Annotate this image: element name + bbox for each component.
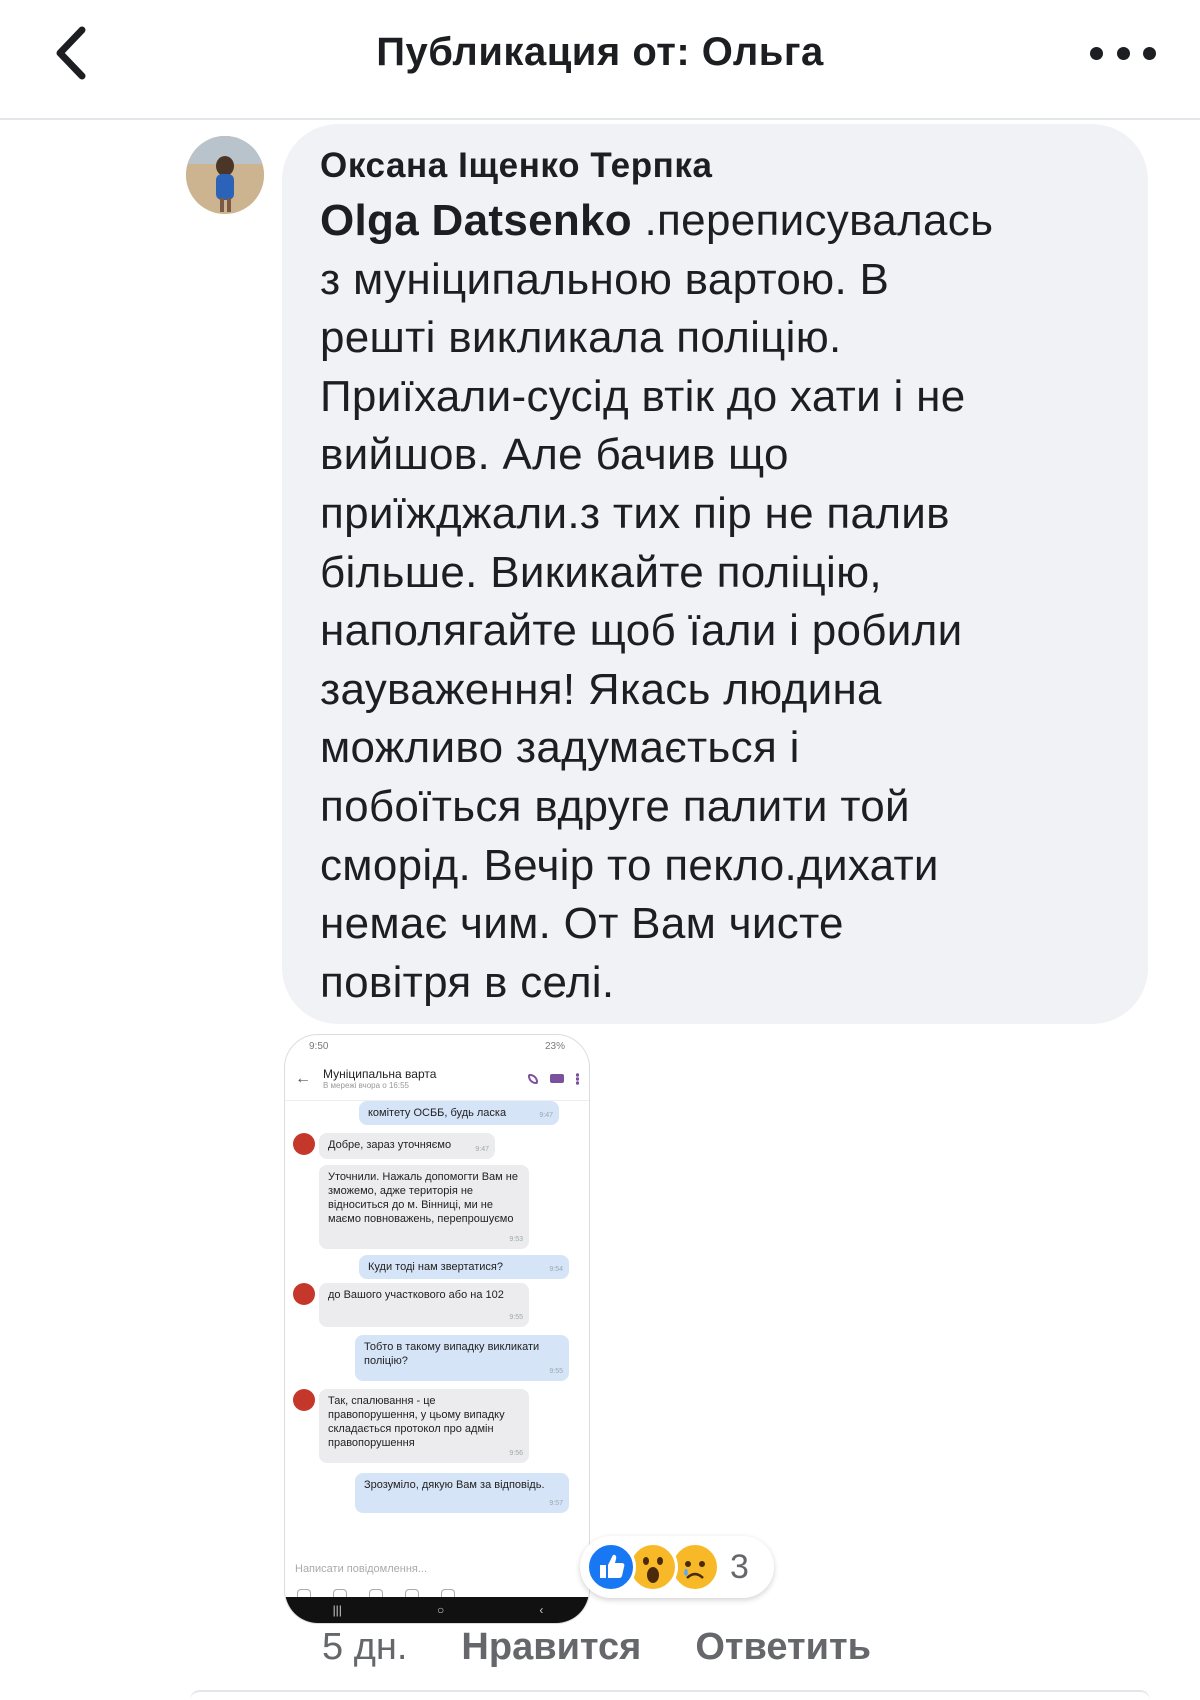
message-input: Написати повідомлення... <box>295 1563 428 1575</box>
chat-message: Уточнили. Нажаль допомогти Вам не зможем… <box>319 1165 529 1249</box>
chat-header: ← Муніципальна варта В мережі вчора о 16… <box>285 1057 589 1101</box>
arrow-left-icon: ← <box>295 1069 311 1087</box>
phone-status-bar: 9:50 23% <box>309 1040 565 1052</box>
more-horizontal-icon <box>1090 46 1103 60</box>
chat-message: Куди тоді нам звертатися? 9:54 <box>359 1255 569 1279</box>
like-reaction-icon <box>586 1542 636 1592</box>
comment-line: побоїться вдруге палити той <box>320 781 910 831</box>
bot-avatar <box>293 1283 315 1305</box>
bot-avatar <box>293 1133 315 1155</box>
phone-icon <box>528 1073 538 1084</box>
comment-text: Olga Datsenko .переписувалась з муніципа… <box>320 192 1112 1012</box>
chat-title: Муніципальна варта <box>323 1066 437 1081</box>
chat-subtitle: В мережі вчора о 16:55 <box>323 1080 409 1090</box>
comment-line: можливо задумається і <box>320 723 800 773</box>
like-button[interactable]: Нравится <box>461 1626 641 1669</box>
comment-line: немає чим. От Вам чисте <box>320 899 844 949</box>
attached-screenshot[interactable]: 9:50 23% ← Муніципальна варта В мережі в… <box>284 1034 590 1624</box>
next-comment-edge <box>190 1690 1150 1700</box>
chat-message: до Вашого участкового або на 102 9:55 <box>319 1283 529 1327</box>
comment-author[interactable]: Оксана Іщенко Терпка <box>320 144 1112 188</box>
recent-apps-icon: ||| <box>332 1603 342 1617</box>
comment-line: повітря в селі. <box>320 957 615 1007</box>
comment-line: наполягайте щоб їали і робили <box>320 606 963 656</box>
avatar-photo <box>186 136 264 214</box>
comment-line: сморід. Вечір то пекло.дихати <box>320 840 939 890</box>
video-icon <box>550 1074 564 1083</box>
comment-line: з муніципальною вартою. В <box>320 254 890 304</box>
chat-messages: комітету ОСББ, будь ласка 9:47 Добре, зар… <box>285 1101 589 1555</box>
home-icon: ○ <box>437 1603 445 1617</box>
chat-message: Зрозуміло, дякую Вам за відповідь. 9:57 <box>355 1473 569 1513</box>
back-icon: ‹ <box>539 1603 544 1617</box>
comment-actions: 5 дн. Нравится Ответить <box>322 1622 925 1672</box>
comment-line: зауваження! Якась людина <box>320 664 882 714</box>
mention-link[interactable]: Olga Datsenko <box>320 196 632 245</box>
comment-line: Olga Datsenko .переписувалась <box>320 196 994 245</box>
comment-line: більше. Викикайте поліцію, <box>320 547 882 597</box>
bot-avatar <box>293 1389 315 1411</box>
comment-line: решті викликала поліцію. <box>320 313 842 363</box>
top-bar: Публикация от: Ольга <box>0 0 1200 120</box>
chat-message: Так, спалювання - це правопорушення, у ц… <box>319 1389 529 1463</box>
more-options-button[interactable] <box>1090 36 1156 70</box>
reaction-count: 3 <box>730 1547 749 1586</box>
chat-message: Тобто в такому випадку викликати поліцію… <box>355 1335 569 1381</box>
reply-button[interactable]: Ответить <box>695 1626 871 1669</box>
page-title: Публикация от: Ольга <box>376 30 824 74</box>
reactions-summary[interactable]: 3 <box>580 1536 774 1598</box>
android-nav-bar: ||| ○ ‹ <box>285 1597 589 1623</box>
more-vertical-icon <box>576 1072 579 1085</box>
comment-timestamp[interactable]: 5 дн. <box>322 1626 407 1669</box>
chat-message: комітету ОСББ, будь ласка 9:47 <box>359 1101 559 1125</box>
chat-message: Добре, зараз уточняємо 9:47 <box>319 1133 495 1159</box>
comment-line: Приїхали-сусід втік до хати і не <box>320 371 966 421</box>
comment-line: вийшов. Але бачив що <box>320 430 789 480</box>
comment-bubble: Оксана Іщенко Терпка Olga Datsenko .пере… <box>282 124 1148 1024</box>
avatar[interactable] <box>186 136 264 214</box>
comment-line: приїжджали.з тих пір не палив <box>320 488 950 538</box>
